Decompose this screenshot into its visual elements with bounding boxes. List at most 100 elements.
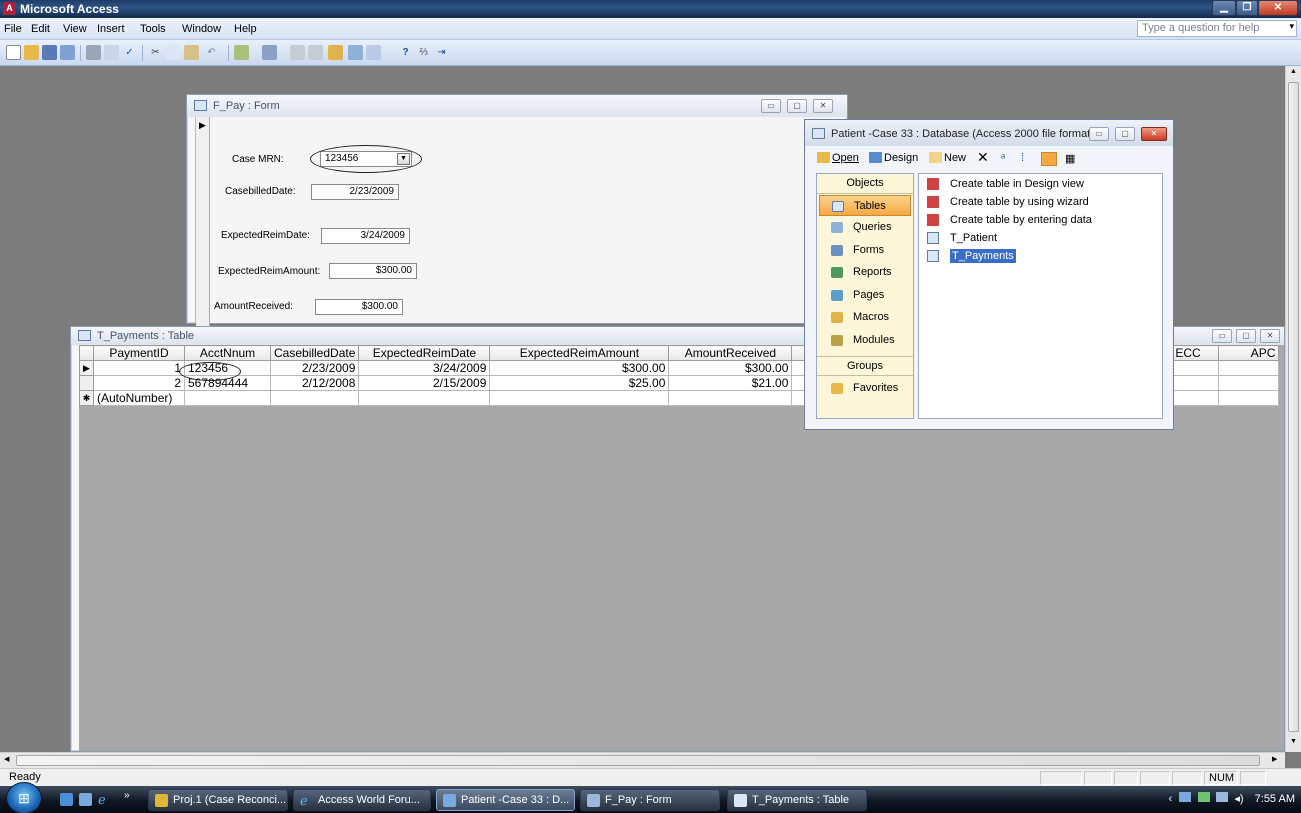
groups-header[interactable]: Groups [817,356,913,376]
table-cell[interactable]: $300.00 [668,360,793,376]
table-cell[interactable]: 2 [93,375,185,391]
case-billed-date-field[interactable]: 2/23/2009 [311,184,399,200]
relationships-icon[interactable] [348,45,363,60]
network-icon[interactable] [1179,792,1192,802]
object-modules[interactable]: Modules [819,330,911,351]
menu-view[interactable]: View [63,23,87,35]
table-maximize-button[interactable]: ▢ [1236,329,1256,343]
taskbar-button-table[interactable]: T_Payments : Table [727,789,867,811]
internet-explorer-icon[interactable]: ℯ [98,793,111,806]
details-view-icon[interactable]: ▦ [1065,152,1075,165]
list-view-icon[interactable] [1041,152,1057,166]
app-close-button[interactable]: ✕ [1258,0,1298,16]
copy-icon[interactable] [166,45,181,60]
scroll-down-icon[interactable]: ▼ [1290,738,1297,745]
clock[interactable]: 7:55 AM [1255,793,1295,805]
column-header[interactable]: CasebilledDate [269,345,360,361]
column-header[interactable]: ExpectedReimDate [358,345,491,361]
vertical-scrollbar[interactable]: ▲ ▼ [1285,66,1301,752]
help-dropdown-icon[interactable]: ▾ [1289,21,1294,32]
table-cell[interactable]: (AutoNumber) [93,390,185,406]
column-header[interactable]: APC [1218,345,1280,361]
row-selector[interactable]: ✱ [79,390,94,406]
menu-window[interactable]: Window [182,23,221,35]
object-macros[interactable]: Macros [819,307,911,328]
table-cell[interactable]: 2/15/2009 [358,375,491,391]
large-icons-icon[interactable]: ᵃ [1001,152,1005,164]
expected-reim-date-field[interactable]: 3/24/2009 [321,228,410,244]
table-cell[interactable] [1218,375,1280,391]
cut-icon[interactable]: ✂ [148,45,163,60]
row-selector[interactable] [79,375,94,391]
expected-reim-amount-field[interactable]: $300.00 [329,263,417,279]
taskbar-button-form[interactable]: F_Pay : Form [580,789,720,811]
column-header[interactable]: ExpectedReimAmount [489,345,670,361]
amount-received-field[interactable]: $300.00 [315,299,403,315]
view-icon[interactable] [234,45,249,60]
menu-edit[interactable]: Edit [31,23,50,35]
table-cell[interactable] [1171,390,1220,406]
form-maximize-button[interactable]: ▢ [787,99,807,113]
quick-launch-overflow-icon[interactable]: » [124,790,130,801]
open-icon[interactable] [24,45,39,60]
table-cell[interactable]: 2/12/2008 [269,375,360,391]
menu-file[interactable]: File [4,23,22,35]
office-links-icon[interactable] [262,45,277,60]
database-close-button[interactable]: ✕ [1141,127,1167,141]
vertical-scroll-thumb[interactable] [1288,82,1299,732]
form-window-title-bar[interactable]: F_Pay : Form [187,95,847,117]
scroll-right-icon[interactable]: ▶ [1272,755,1277,763]
list-item[interactable]: Create table by entering data [922,212,1092,229]
record-selector[interactable]: ▶ [196,117,210,327]
volume-icon[interactable]: ◂) [1234,793,1243,805]
taskbar-button-database[interactable]: Patient -Case 33 : D... [436,789,575,811]
db-design-button[interactable]: Design [869,152,918,164]
column-header[interactable]: AmountReceived [668,345,793,361]
table-cell[interactable]: 3/24/2009 [358,360,491,376]
taskbar-button-project[interactable]: Proj.1 (Case Reconci... [148,789,288,811]
list-item[interactable]: Create table in Design view [922,176,1084,193]
menu-help[interactable]: Help [234,23,257,35]
horizontal-scrollbar[interactable]: ◀ ▶ [0,752,1285,768]
print-preview-icon[interactable] [104,45,119,60]
table-cell[interactable] [668,390,793,406]
format-icon[interactable]: ⅔ [416,45,431,60]
horizontal-scroll-thumb[interactable] [16,755,1260,766]
scroll-left-icon[interactable]: ◀ [4,755,9,763]
security-icon[interactable] [1198,792,1211,802]
analyze-icon[interactable] [290,45,305,60]
new-object-icon[interactable] [366,45,381,60]
database-maximize-button[interactable]: ▢ [1115,127,1135,141]
form-close-button[interactable]: ✕ [813,99,833,113]
column-header[interactable]: PaymentID [93,345,185,361]
help-icon[interactable]: ? [398,45,413,60]
undo-icon[interactable]: ↶ [204,45,219,60]
table-cell[interactable] [1218,390,1280,406]
toolbar-options-icon[interactable]: ⇥ [434,45,449,60]
list-item[interactable]: Create table by using wizard [922,194,1089,211]
spelling-icon[interactable]: ✓ [122,45,137,60]
object-tables[interactable]: Tables [819,195,911,216]
select-all-cell[interactable] [79,345,94,361]
new-icon[interactable] [6,45,21,60]
properties-icon[interactable] [328,45,343,60]
database-minimize-button[interactable]: ▭ [1089,127,1109,141]
objects-header[interactable]: Objects [817,174,913,194]
save-icon[interactable] [42,45,57,60]
print-icon[interactable] [86,45,101,60]
show-desktop-icon[interactable] [60,793,73,806]
object-queries[interactable]: Queries [819,217,911,238]
file-search-icon[interactable] [60,45,75,60]
switch-windows-icon[interactable] [79,793,92,806]
column-header[interactable]: ECC [1171,345,1220,361]
row-selector[interactable]: ▶ [79,360,94,376]
form-minimize-button[interactable]: ▭ [761,99,781,113]
db-open-button[interactable]: Open [817,152,859,164]
menu-tools[interactable]: Tools [140,23,166,35]
table-cell[interactable]: $21.00 [668,375,793,391]
table-cell[interactable] [358,390,491,406]
tray-expand-icon[interactable]: ‹ [1168,793,1172,805]
group-favorites[interactable]: Favorites [819,378,911,399]
table-cell[interactable]: $300.00 [489,360,670,376]
table-cell[interactable] [1171,375,1220,391]
